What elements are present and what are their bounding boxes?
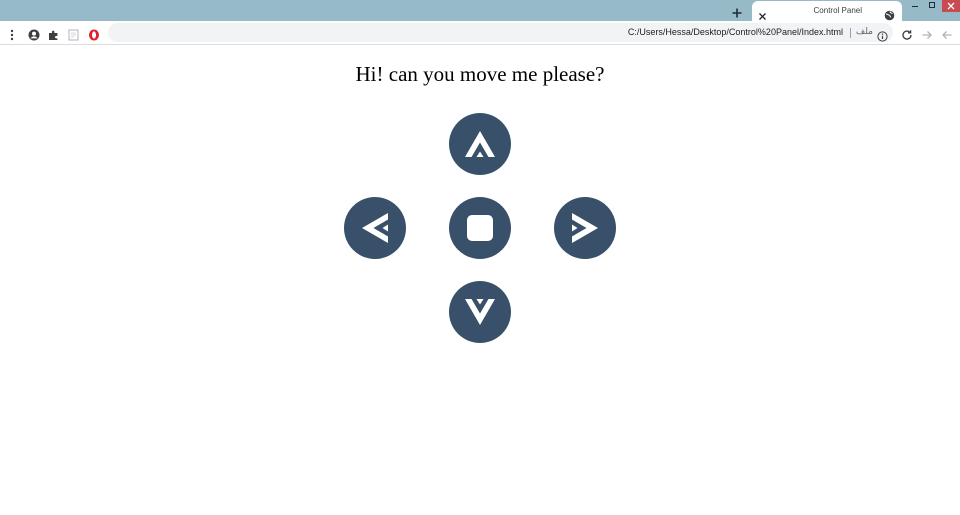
address-bar[interactable]: C:/Users/Hessa/Desktop/Control%20Panel/I…	[108, 23, 893, 42]
restore-button[interactable]	[924, 0, 942, 12]
page-icon[interactable]	[68, 26, 79, 45]
plus-icon	[732, 8, 742, 18]
opera-icon[interactable]	[88, 26, 100, 45]
stop-icon	[467, 215, 493, 241]
tab-title: Control Panel	[813, 6, 862, 15]
info-icon[interactable]	[877, 27, 888, 46]
profile-icon[interactable]	[28, 26, 40, 45]
move-down-button[interactable]	[449, 281, 511, 343]
minimize-button[interactable]	[906, 0, 924, 12]
tab-control-panel[interactable]: Control Panel	[752, 1, 902, 21]
window-controls	[906, 0, 960, 12]
stop-button[interactable]	[449, 197, 511, 259]
url-text[interactable]: C:/Users/Hessa/Desktop/Control%20Panel/I…	[628, 27, 843, 37]
arrow-left-icon[interactable]	[941, 26, 953, 45]
arrow-left-icon	[362, 213, 388, 243]
arrow-right-icon	[572, 213, 598, 243]
reload-icon[interactable]	[901, 26, 913, 45]
close-icon	[947, 2, 955, 10]
move-left-button[interactable]	[344, 197, 406, 259]
move-up-button[interactable]	[449, 113, 511, 175]
arrow-right-icon[interactable]	[921, 26, 933, 45]
puzzle-icon[interactable]	[48, 26, 59, 45]
page-title: Hi! can you move me please?	[355, 62, 605, 86]
browser-toolbar: C:/Users/Hessa/Desktop/Control%20Panel/I…	[0, 21, 960, 45]
scheme-label: ملف	[855, 27, 873, 37]
arrow-up-icon	[465, 131, 495, 157]
close-icon	[759, 13, 766, 20]
kebab-menu-icon[interactable]	[10, 26, 14, 45]
tab-strip: Control Panel	[0, 0, 960, 21]
window-close-button[interactable]	[942, 0, 960, 12]
arrow-down-icon	[465, 299, 495, 325]
separator	[850, 28, 851, 38]
move-right-button[interactable]	[554, 197, 616, 259]
